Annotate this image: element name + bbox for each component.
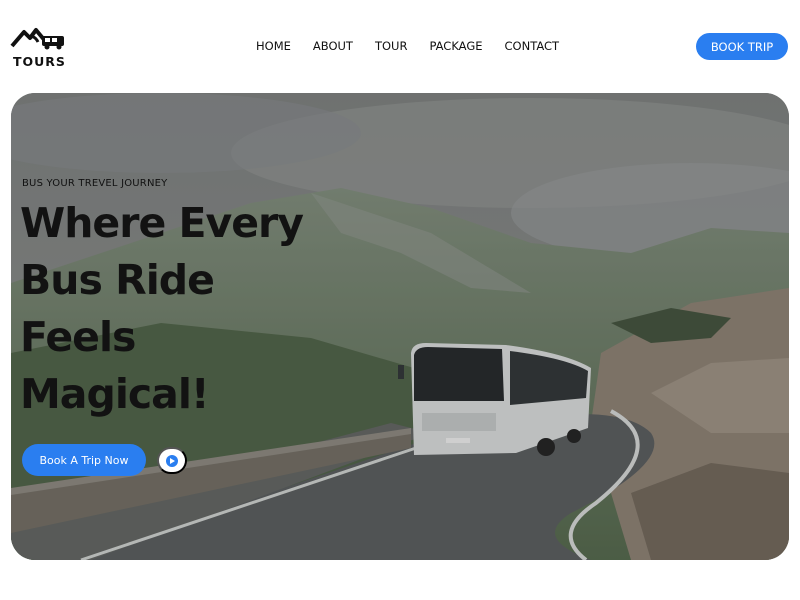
nav-package[interactable]: PACKAGE (429, 39, 482, 53)
book-a-trip-now-button[interactable]: Book A Trip Now (22, 444, 146, 476)
play-video-button[interactable] (157, 447, 187, 474)
hero-banner: BUS YOUR TREVEL JOURNEY Where Every Bus … (11, 93, 789, 560)
nav-contact[interactable]: CONTACT (505, 39, 560, 53)
headline-line-2: Bus Ride (20, 256, 215, 304)
navbar: TOURS HOME ABOUT TOUR PACKAGE CONTACT BO… (0, 0, 800, 92)
hero-headline: Where Every Bus Ride Feels Magical! (20, 195, 340, 423)
site-logo[interactable]: TOURS (10, 24, 68, 69)
nav-home[interactable]: HOME (256, 39, 291, 53)
brand-name: TOURS (13, 54, 66, 69)
mountain-bus-logo-icon (10, 28, 64, 50)
headline-line-4: Magical! (20, 370, 210, 418)
hero-eyebrow: BUS YOUR TREVEL JOURNEY (22, 178, 168, 189)
headline-line-1: Where Every (20, 199, 304, 247)
nav-about[interactable]: ABOUT (313, 39, 353, 53)
nav-tour[interactable]: TOUR (375, 39, 407, 53)
play-icon (166, 454, 178, 467)
book-trip-button[interactable]: BOOK TRIP (696, 33, 788, 60)
main-nav: HOME ABOUT TOUR PACKAGE CONTACT (256, 39, 581, 53)
headline-line-3: Feels (20, 313, 136, 361)
